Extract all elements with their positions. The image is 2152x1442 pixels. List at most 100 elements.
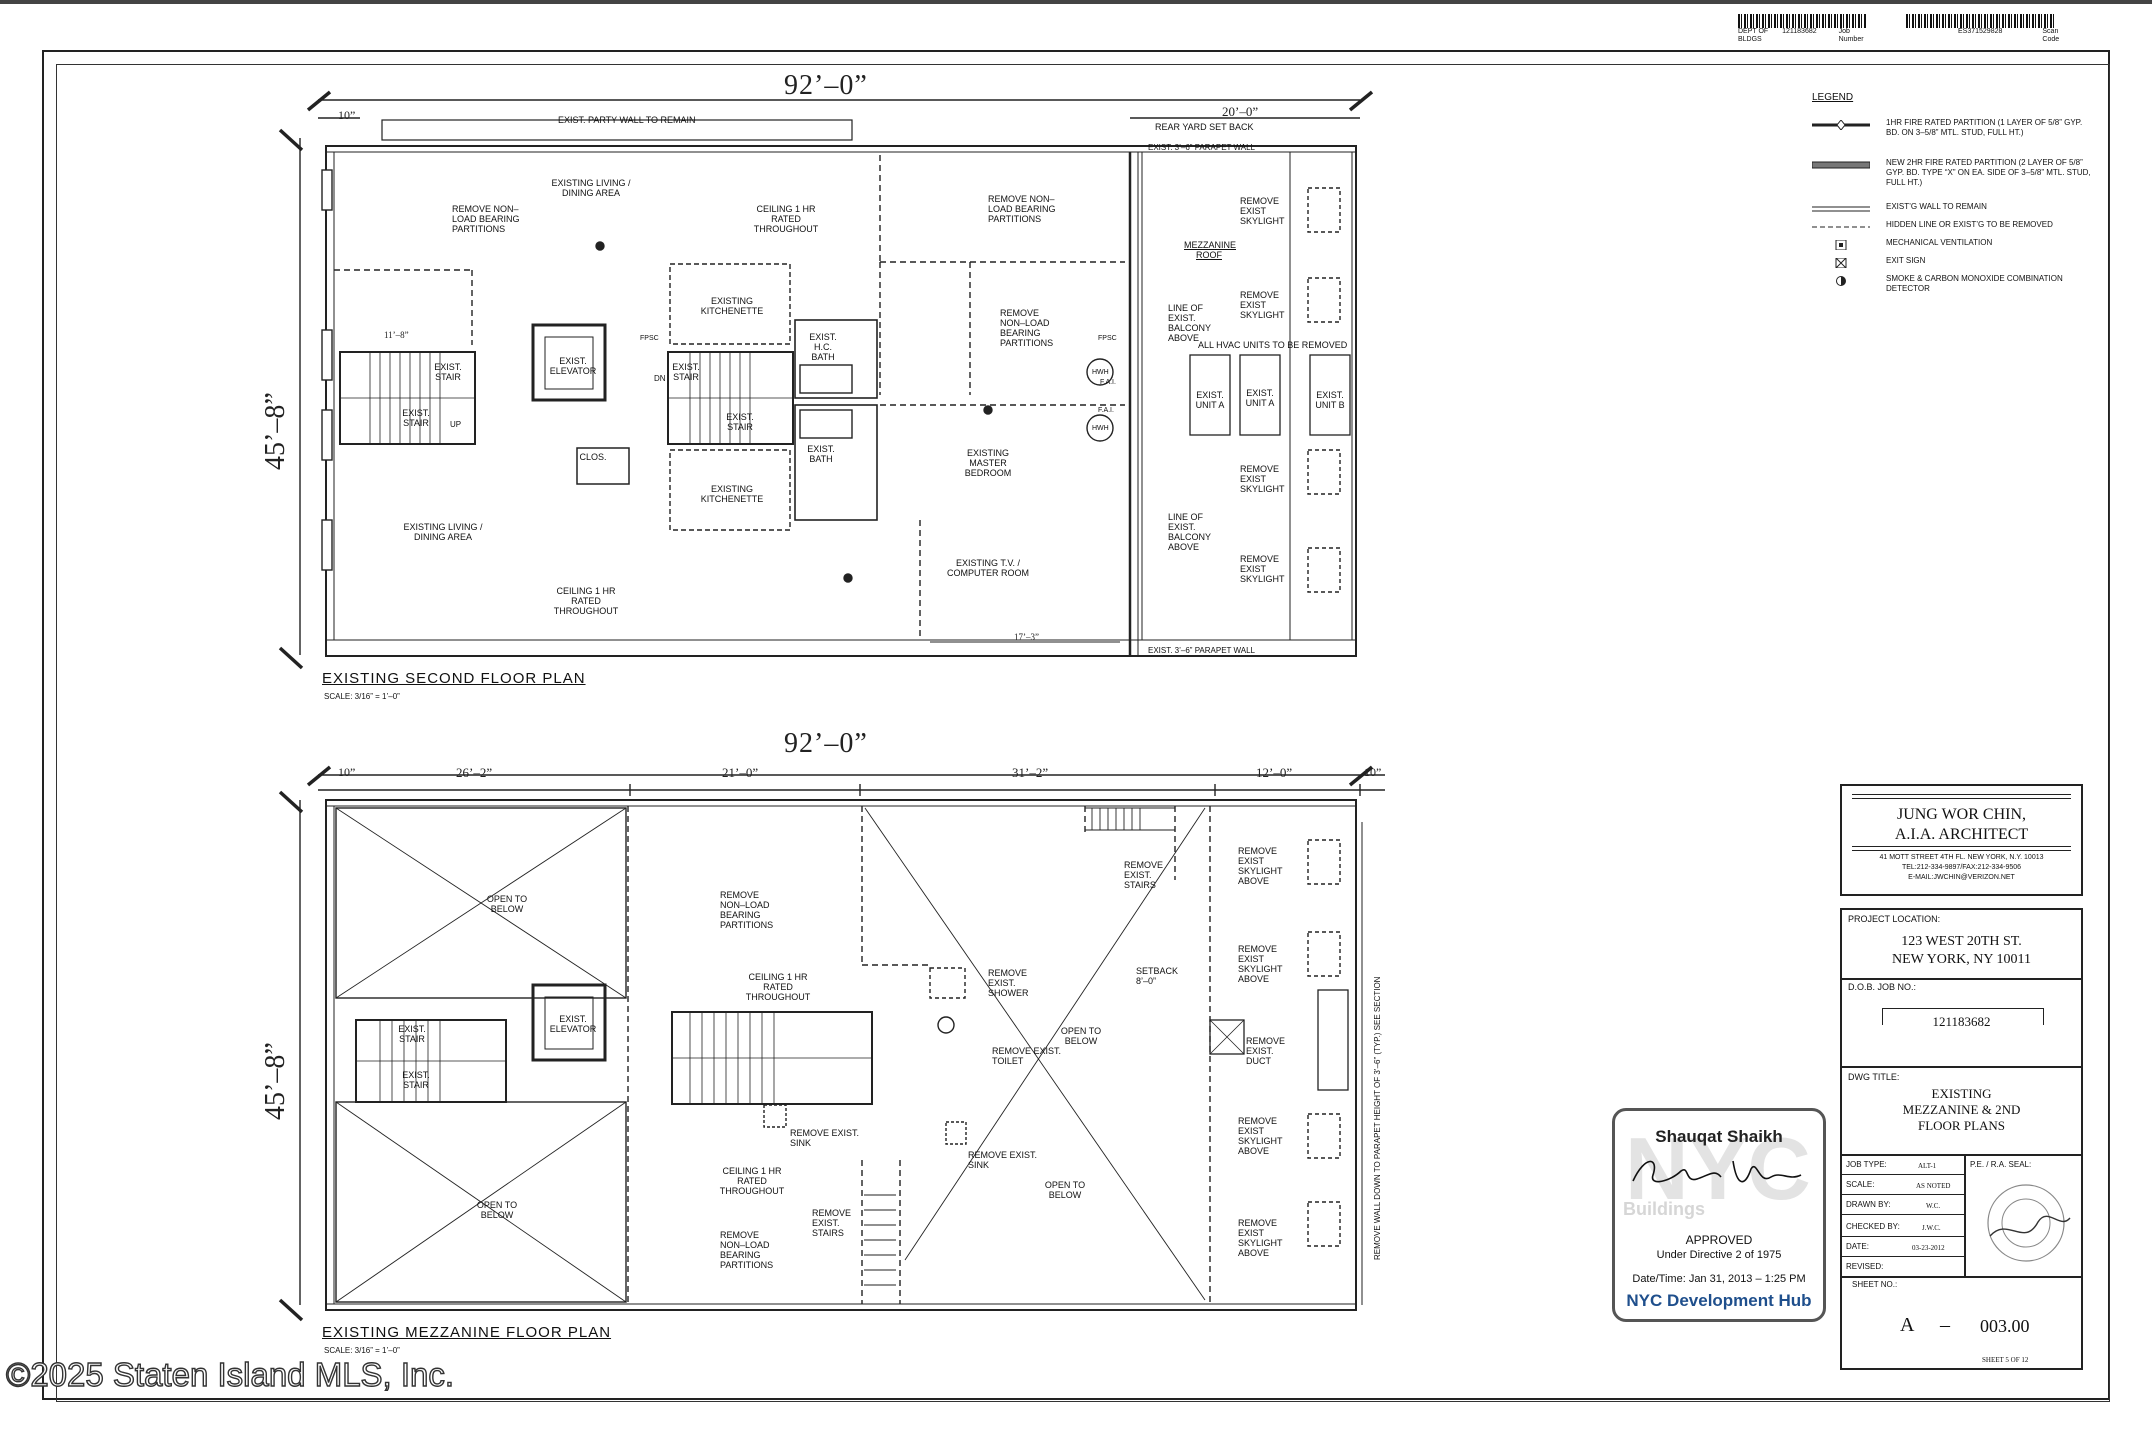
label-lower-remove-partitions-2: REMOVE NON–LOAD BEARING PARTITIONS [720,1230,774,1270]
label-skylight-3: REMOVE EXIST SKYLIGHT [1240,464,1285,494]
label-lower-skylight-4: REMOVE EXIST SKYLIGHT ABOVE [1238,1218,1283,1258]
label-setback: SETBACK 8’–0” [1136,966,1179,986]
label-lower-remove-partitions-1: REMOVE NON–LOAD BEARING PARTITIONS [720,890,774,930]
label-lower-ceiling-1: CEILING 1 HR RATED THROUGHOUT [745,972,811,1002]
drawn-by-value: W.C. [1926,1202,1941,1210]
label-open-below-4: OPEN TO BELOW [1044,1180,1086,1200]
architect-seal-icon [1987,1184,2071,1262]
date-value: 03-23-2012 [1912,1244,1945,1252]
label-remove-duct: REMOVE EXIST. DUCT [1246,1036,1286,1066]
label-balcony-1: LINE OF EXIST. BALCONY ABOVE [1168,303,1211,343]
scale-value: AS NOTED [1916,1182,1951,1190]
architect-tel: TEL:212-334-9897/FAX:212-334-9506 [1901,864,2022,871]
legend-text-2hr: NEW 2HR FIRE RATED PARTITION (2 LAYER OF… [1886,158,2091,187]
label-remove-toilet: REMOVE EXIST. TOILET [992,1046,1062,1066]
checked-by-value: J.W.C. [1922,1224,1941,1232]
signature-icon [1632,1160,1802,1183]
lower-dim-3: 21’–0” [722,765,759,780]
sheet-count: SHEET 5 OF 12 [1982,1356,2029,1364]
stamp-name: Shauqat Shaikh [1655,1127,1783,1146]
label-remove-sink-2: REMOVE EXIST. SINK [968,1150,1038,1170]
project-address-line2: NEW YORK, NY 10011 [1892,952,2031,967]
label-tv-room: EXISTING T.V. / COMPUTER ROOM [947,558,1029,578]
label-rear-yard: REAR YARD SET BACK [1155,122,1254,132]
copyright-watermark: ©2025 Staten Island MLS, Inc. [5,1355,455,1393]
job-type-value: ALT-1 [1918,1162,1937,1170]
label-hwh-2: HWH [1092,425,1109,432]
lower-dim-5: 12’–0” [1256,765,1293,780]
exit-sign-icon [1835,258,1847,268]
label-hc-bath: EXIST. H.C. BATH [809,332,837,362]
legend-text-existing-wall: EXIST’G WALL TO REMAIN [1886,202,1987,211]
architect-address: 41 MOTT STREET 4TH FL. NEW YORK, N.Y. 10… [1879,854,2044,861]
upper-left-offset-dim: 10” [338,108,356,122]
approval-stamp: NYC Shauqat Shaikh Buildings APPROVED Un… [1612,1108,1826,1322]
partition-1hr-icon [1812,120,1870,130]
label-living-bottom: EXISTING LIVING / DINING AREA [403,522,483,542]
legend-title: LEGEND [1812,92,1854,103]
scale-label: SCALE: [1846,1180,1875,1189]
lower-dim-2: 26’–2” [456,765,493,780]
label-kitchenette-1: EXISTING KITCHENETTE [700,296,764,316]
label-unit-a2: EXIST. UNIT A [1245,388,1275,408]
label-skylight-4: REMOVE EXIST SKYLIGHT [1240,554,1285,584]
label-parapet-top: EXIST. 3’–6” PARAPET WALL [1148,143,1256,152]
existing-wall-icon [1812,206,1870,212]
label-fpsc-2: FPSC [1098,335,1117,342]
stamp-agency: Buildings [1623,1199,1705,1219]
label-bath: EXIST. BATH [807,444,835,464]
stamp-hub-prefix: NYC [1626,1291,1663,1310]
label-skylight-2: REMOVE EXIST SKYLIGHT [1240,290,1285,320]
sheet-no-prefix: A [1900,1314,1915,1336]
architect-title: A.I.A. ARCHITECT [1894,826,2029,843]
label-remove-partitions-2: REMOVE NON–LOAD BEARING PARTITIONS [988,194,1056,224]
architect-block: JUNG WOR CHIN, A.I.A. ARCHITECT 41 MOTT … [1840,784,2083,896]
dwg-title-label: DWG TITLE: [1848,1072,1900,1082]
legend-text-detector: SMOKE & CARBON MONOXIDE COMBINATION DETE… [1886,274,2063,293]
label-unit-a1: EXIST. UNIT A [1195,390,1225,410]
smoke-detector-icon [1836,276,1846,286]
label-lower-stair-2: EXIST. STAIR [402,1070,430,1090]
lower-overall-width-dim: 92’–0” [784,728,868,759]
label-ceiling-top: CEILING 1 HR RATED THROUGHOUT [753,204,819,234]
dwg-title-line1: EXISTING [1931,1086,1992,1101]
architect-email: E-MAIL:JWCHIN@VERIZON.NET [1908,874,2015,881]
label-stair-2: EXIST. STAIR [402,408,430,428]
label-dn-1: DN [654,374,666,383]
dwg-title-line3: FLOOR PLANS [1917,1118,2006,1133]
job-type-label: JOB TYPE: [1846,1160,1887,1169]
upper-rear-yard-dim: 20’–0” [1222,104,1259,119]
architect-name: JUNG WOR CHIN, [1896,806,2027,823]
label-parapet-bottom: EXIST. 3’–6” PARAPET WALL [1148,646,1256,655]
upper-overall-width-dim: 92’–0” [784,70,868,101]
label-fai-1: F.A.I. [1100,379,1116,386]
stamp-directive: Under Directive 2 of 1975 [1656,1249,1782,1261]
label-party-wall: EXIST. PARTY WALL TO REMAIN [558,115,696,125]
stamp-status: APPROVED [1685,1233,1753,1247]
stamp-hub-suffix: Development Hub [1667,1291,1812,1310]
label-master-bedroom: EXISTING MASTER BEDROOM [964,448,1012,478]
sheet-no-label: SHEET NO.: [1852,1280,1898,1289]
label-skylight-1: REMOVE EXIST SKYLIGHT [1240,196,1285,226]
label-closet: CLOS. [579,452,607,462]
label-lower-skylight-3: REMOVE EXIST SKYLIGHT ABOVE [1238,1116,1283,1156]
label-open-below-1: OPEN TO BELOW [486,894,528,914]
legend-text-exit-sign: EXIT SIGN [1886,256,1926,265]
label-remove-stairs-2: REMOVE EXIST. STAIRS [812,1208,852,1238]
label-stair-4: EXIST. STAIR [726,412,754,432]
lower-dim-4: 31’–2” [1012,765,1049,780]
date-label: DATE: [1846,1242,1869,1251]
label-lower-skylight-2: REMOVE EXIST SKYLIGHT ABOVE [1238,944,1283,984]
label-kitchenette-2: EXISTING KITCHENETTE [700,484,764,504]
label-ceiling-bottom: CEILING 1 HR RATED THROUGHOUT [553,586,619,616]
seal-label: P.E. / R.A. SEAL: [1970,1160,2032,1169]
upper-partition-dim: 11’–8” [384,330,409,340]
mechanical-ventilation-icon [1835,240,1847,250]
mezzanine-floor-plan-scale: SCALE: 3/16” = 1’–0” [324,1346,400,1355]
legend-text-1hr: 1HR FIRE RATED PARTITION (1 LAYER OF 5/8… [1886,118,2083,137]
second-floor-plan-scale: SCALE: 3/16” = 1’–0” [324,692,400,701]
sheet-no-dash: – [1940,1314,1950,1336]
label-remove-shower: REMOVE EXIST. SHOWER [988,968,1029,998]
label-remove-sink-1: REMOVE EXIST. SINK [790,1128,860,1148]
label-elevator-lower: EXIST. ELEVATOR [549,1014,597,1034]
